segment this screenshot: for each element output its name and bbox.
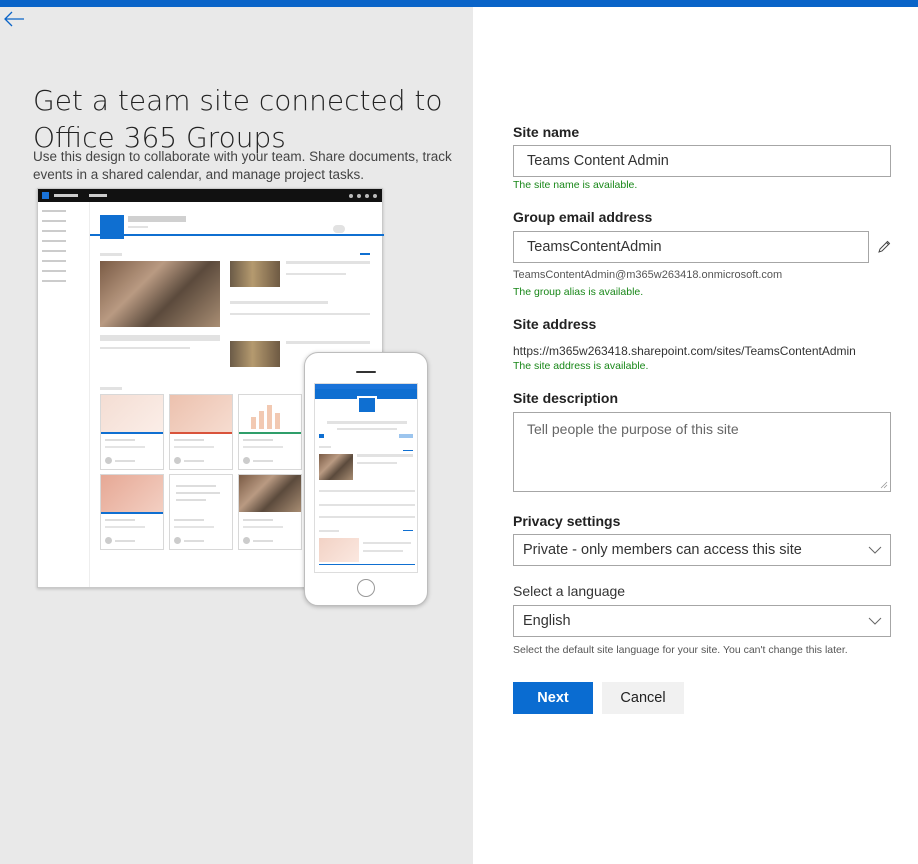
back-arrow-icon[interactable] xyxy=(2,9,26,29)
site-description-placeholder: Tell people the purpose of this site xyxy=(527,421,739,437)
site-address-value: https://m365w263418.sharepoint.com/sites… xyxy=(513,344,856,358)
site-description-textarea[interactable]: Tell people the purpose of this site xyxy=(513,412,891,492)
site-design-illustration xyxy=(37,188,432,608)
group-email-full-address: TeamsContentAdmin@m365w263418.onmicrosof… xyxy=(513,269,783,281)
language-label: Select a language xyxy=(513,583,626,599)
edit-pencil-icon[interactable] xyxy=(876,239,892,255)
privacy-selected-value: Private - only members can access this s… xyxy=(523,542,802,558)
group-email-label: Group email address xyxy=(513,209,653,225)
chevron-down-icon xyxy=(868,546,882,554)
language-selected-value: English xyxy=(523,613,571,629)
page-description: Use this design to collaborate with your… xyxy=(33,149,452,182)
cancel-button[interactable]: Cancel xyxy=(602,682,684,714)
next-button[interactable]: Next xyxy=(513,682,593,714)
top-accent-bar xyxy=(0,0,918,7)
group-email-input[interactable]: TeamsContentAdmin xyxy=(513,231,869,263)
site-name-input[interactable]: Teams Content Admin xyxy=(513,145,891,177)
privacy-settings-label: Privacy settings xyxy=(513,513,621,529)
language-hint: Select the default site language for you… xyxy=(513,644,848,656)
language-dropdown[interactable]: English xyxy=(513,605,891,637)
group-email-status: The group alias is available. xyxy=(513,286,644,298)
page-title: Get a team site connected to Office 365 … xyxy=(33,84,443,154)
privacy-settings-dropdown[interactable]: Private - only members can access this s… xyxy=(513,534,891,566)
site-address-label: Site address xyxy=(513,316,597,332)
site-name-label: Site name xyxy=(513,124,580,140)
site-address-status: The site address is available. xyxy=(513,360,649,372)
site-name-status: The site name is available. xyxy=(513,179,638,191)
site-description-label: Site description xyxy=(513,390,619,406)
chevron-down-icon xyxy=(868,617,882,625)
resize-grip-icon[interactable] xyxy=(880,481,888,489)
mobile-preview-image xyxy=(304,352,428,606)
